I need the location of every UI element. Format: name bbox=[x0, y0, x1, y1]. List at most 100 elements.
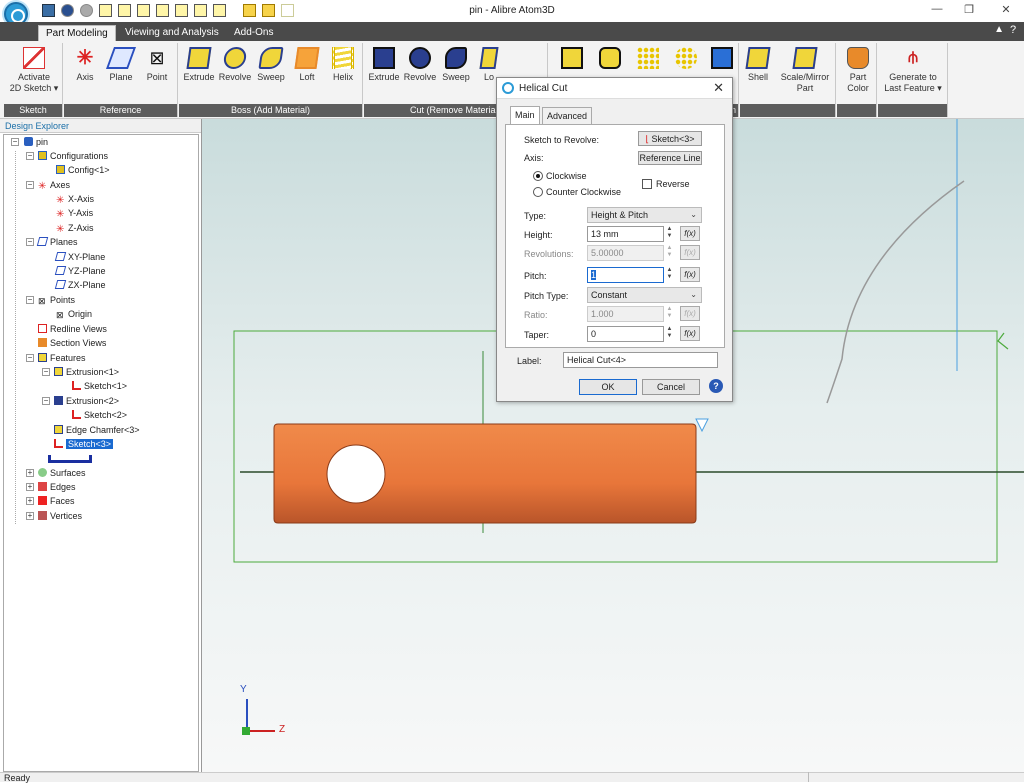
type-select[interactable]: Height & Pitch ⌄ bbox=[587, 207, 702, 223]
counter-clockwise-radio[interactable] bbox=[533, 187, 543, 197]
cut-sweep-button[interactable]: Sweep bbox=[438, 47, 474, 83]
pitch-type-select[interactable]: Constant ⌄ bbox=[587, 287, 702, 303]
boss-sweep-button[interactable]: Sweep bbox=[253, 47, 289, 83]
reverse-checkbox[interactable] bbox=[642, 179, 652, 189]
boss-extrude-button[interactable]: Extrude bbox=[181, 47, 217, 83]
part-color-button[interactable]: Part Color bbox=[841, 47, 875, 94]
tree-node-sketch3[interactable]: Sketch<3> bbox=[54, 437, 114, 451]
chamfer-button[interactable] bbox=[557, 47, 587, 72]
tree-node-config1[interactable]: Config<1> bbox=[56, 163, 110, 177]
cut-revolve-button[interactable]: Revolve bbox=[402, 47, 438, 83]
expander-icon[interactable]: − bbox=[26, 238, 34, 246]
tree-node-surfaces[interactable]: Surfaces bbox=[38, 466, 86, 480]
axis-label: Axis: bbox=[524, 153, 544, 163]
tree-node-extrusion2[interactable]: Extrusion<2> bbox=[54, 394, 119, 408]
height-input[interactable]: 13 mm bbox=[587, 226, 664, 242]
help-icon[interactable]: ? bbox=[1006, 24, 1020, 38]
chamfer-icon bbox=[561, 47, 583, 69]
activate-sketch-button[interactable]: Activate 2D Sketch ▾ bbox=[6, 47, 62, 94]
edges-icon bbox=[38, 482, 47, 491]
axis-button[interactable]: ✳ Axis bbox=[68, 47, 102, 83]
chevron-up-icon[interactable]: ▲ bbox=[994, 24, 1004, 35]
tab-advanced[interactable]: Advanced bbox=[542, 107, 593, 124]
plane-button[interactable]: Plane bbox=[104, 47, 138, 83]
expander-icon[interactable]: − bbox=[26, 296, 34, 304]
tree-node-sketch1[interactable]: Sketch<1> bbox=[72, 379, 127, 393]
scale-mirror-part-button[interactable]: Scale/Mirror Part bbox=[776, 47, 834, 94]
tree-node-y-axis[interactable]: ✳ Y-Axis bbox=[56, 206, 93, 220]
shell-button[interactable]: Shell bbox=[742, 47, 774, 83]
point-button[interactable]: ⊠ Point bbox=[140, 47, 174, 83]
sketch-select-button[interactable]: ⌊ Sketch<3> bbox=[638, 131, 702, 146]
boss-helix-button[interactable]: Helix bbox=[325, 47, 361, 83]
clockwise-radio[interactable] bbox=[533, 171, 543, 181]
tree-node-features[interactable]: Features bbox=[38, 351, 86, 365]
fillet-button[interactable] bbox=[595, 47, 625, 72]
tree-node-planes[interactable]: Planes bbox=[36, 235, 78, 249]
tree-node-configurations[interactable]: Configurations bbox=[38, 149, 108, 163]
axis-select-button[interactable]: Reference Line bbox=[638, 151, 702, 165]
tree-node-yz-plane[interactable]: YZ-Plane bbox=[54, 264, 106, 278]
tree-node-sketch2[interactable]: Sketch<2> bbox=[72, 408, 127, 422]
tree-node-redline-views[interactable]: Redline Views bbox=[38, 322, 107, 336]
tree-node-z-axis[interactable]: ✳ Z-Axis bbox=[56, 221, 94, 235]
feature-tree[interactable]: − pin − Configurations Config<1> − ✳ Axes… bbox=[3, 134, 199, 772]
tree-node-zx-plane[interactable]: ZX-Plane bbox=[54, 278, 106, 292]
point-icon: ⊠ bbox=[149, 48, 165, 68]
activate-label-2: 2D Sketch ▾ bbox=[9, 83, 59, 93]
expander-icon[interactable]: + bbox=[26, 483, 34, 491]
tree-node-vertices[interactable]: Vertices bbox=[38, 509, 82, 523]
expander-icon[interactable]: − bbox=[42, 397, 50, 405]
cut-extrude-button[interactable]: Extrude bbox=[366, 47, 402, 83]
circular-pattern-button[interactable] bbox=[671, 47, 701, 72]
pitch-input[interactable]: 1 bbox=[587, 267, 664, 283]
restore-button[interactable]: ❐ bbox=[958, 3, 980, 17]
ok-button[interactable]: OK bbox=[579, 379, 637, 395]
tree-node-points[interactable]: ⊠ Points bbox=[38, 293, 75, 307]
tree-node-axes[interactable]: ✳ Axes bbox=[38, 178, 70, 192]
boss-loft-button[interactable]: Loft bbox=[289, 47, 325, 83]
taper-spinner[interactable]: ▲ ▼ bbox=[665, 326, 674, 342]
expander-icon[interactable]: − bbox=[26, 152, 34, 160]
pin-hole[interactable] bbox=[326, 444, 386, 504]
mirror-button[interactable] bbox=[707, 47, 737, 72]
dialog-close-icon[interactable]: ✕ bbox=[713, 80, 724, 96]
pitch-fx-button[interactable]: f(x) bbox=[680, 267, 700, 282]
expander-icon[interactable]: − bbox=[26, 181, 34, 189]
height-spinner[interactable]: ▲ ▼ bbox=[665, 226, 674, 242]
tree-node-section-views[interactable]: Section Views bbox=[38, 336, 106, 350]
feature-label-input[interactable]: Helical Cut<4> bbox=[563, 352, 718, 368]
generate-last-feature-button[interactable]: ⫛ Generate to Last Feature ▾ bbox=[880, 47, 946, 94]
tree-node-faces[interactable]: Faces bbox=[38, 494, 75, 508]
tree-node-edge-chamfer3[interactable]: Edge Chamfer<3> bbox=[54, 423, 140, 437]
tab-viewing-analysis[interactable]: Viewing and Analysis bbox=[118, 25, 226, 41]
tree-node-x-axis[interactable]: ✳ X-Axis bbox=[56, 192, 94, 206]
close-button[interactable]: ✕ bbox=[995, 3, 1017, 17]
tree-node-edges[interactable]: Edges bbox=[38, 480, 76, 494]
pitch-spinner[interactable]: ▲ ▼ bbox=[665, 267, 674, 283]
tree-node-xy-plane[interactable]: XY-Plane bbox=[54, 250, 105, 264]
help-icon[interactable]: ? bbox=[709, 379, 723, 393]
boss-revolve-button[interactable]: Revolve bbox=[217, 47, 253, 83]
expander-icon[interactable]: + bbox=[26, 469, 34, 477]
height-fx-button[interactable]: f(x) bbox=[680, 226, 700, 241]
reverse-label: Reverse bbox=[656, 179, 690, 189]
expander-icon[interactable]: − bbox=[42, 368, 50, 376]
tab-add-ons[interactable]: Add-Ons bbox=[227, 25, 280, 41]
rollback-bar-icon[interactable] bbox=[48, 455, 92, 463]
expander-icon[interactable]: − bbox=[11, 138, 19, 146]
pattern-button[interactable] bbox=[633, 47, 663, 72]
dialog-titlebar[interactable]: Helical Cut ✕ bbox=[497, 78, 732, 99]
expander-icon[interactable]: − bbox=[26, 354, 34, 362]
minimize-button[interactable]: — bbox=[926, 3, 948, 17]
tree-node-pin[interactable]: pin bbox=[24, 135, 48, 149]
cancel-button[interactable]: Cancel bbox=[642, 379, 700, 395]
expander-icon[interactable]: + bbox=[26, 497, 34, 505]
taper-fx-button[interactable]: f(x) bbox=[680, 326, 700, 341]
expander-icon[interactable]: + bbox=[26, 512, 34, 520]
tree-node-origin[interactable]: ⊠ Origin bbox=[56, 307, 92, 321]
tab-part-modeling[interactable]: Part Modeling bbox=[38, 25, 116, 41]
taper-input[interactable]: 0 bbox=[587, 326, 664, 342]
tab-main[interactable]: Main bbox=[510, 106, 540, 125]
tree-node-extrusion1[interactable]: Extrusion<1> bbox=[54, 365, 119, 379]
